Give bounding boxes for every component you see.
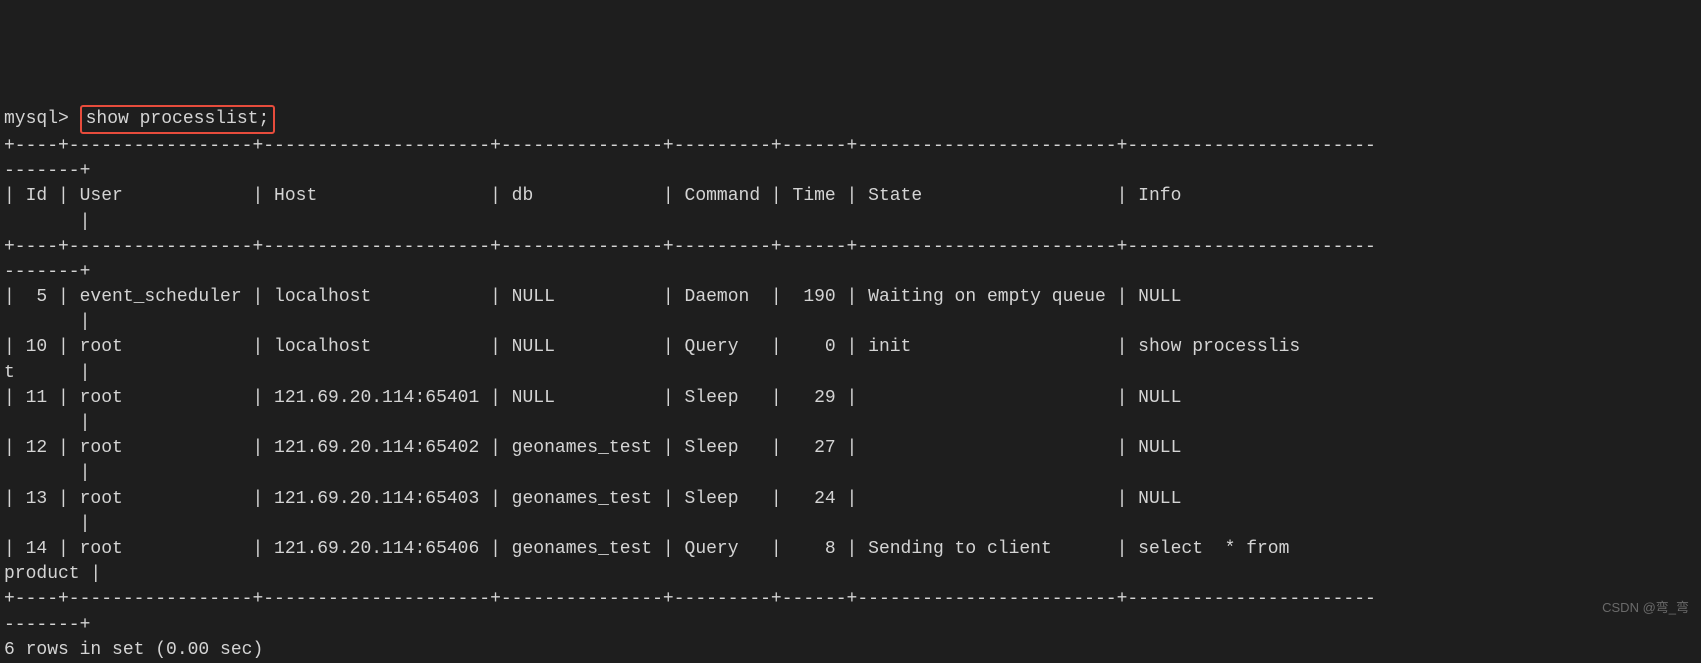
watermark-text: CSDN @弯_弯 [1602, 599, 1689, 617]
table-row: | 13 | root | 121.69.20.114:65403 | geon… [4, 489, 1376, 534]
sql-command: show processlist; [86, 109, 270, 129]
table-row: | 14 | root | 121.69.20.114:65406 | geon… [4, 539, 1300, 584]
table-ruler-bottom: +----+-----------------+----------------… [4, 589, 1376, 634]
table-row: | 10 | root | localhost | NULL | Query |… [4, 337, 1300, 382]
table-row: | 5 | event_scheduler | localhost | NULL… [4, 287, 1376, 332]
command-highlight: show processlist; [80, 105, 276, 134]
result-summary: 6 rows in set (0.00 sec) [4, 640, 263, 660]
table-ruler-top: +----+-----------------+----------------… [4, 136, 1376, 181]
mysql-prompt: mysql> [4, 109, 69, 129]
table-row: | 12 | root | 121.69.20.114:65402 | geon… [4, 438, 1376, 483]
table-row: | 11 | root | 121.69.20.114:65401 | NULL… [4, 388, 1376, 433]
table-header-row: | Id | User | Host | db | Command | Time… [4, 186, 1376, 231]
table-ruler-mid: +----+-----------------+----------------… [4, 237, 1376, 282]
